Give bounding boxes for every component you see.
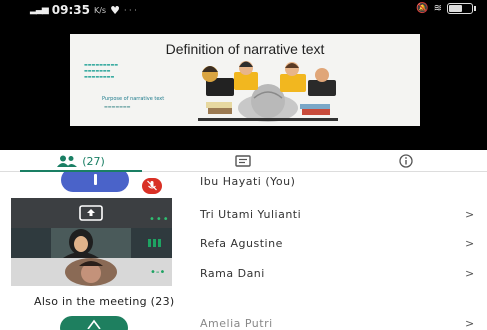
people-icon [57,155,78,167]
participant-chevron-icon[interactable]: > [465,237,474,250]
participant-name: Tri Utami Yulianti [200,208,302,221]
participant-chevron-icon[interactable]: > [465,208,474,221]
participant-name: Ibu Hayati (You) [200,175,296,188]
participant-tile: •‑• [11,258,172,286]
participant-video [65,258,117,286]
participant-chevron-icon[interactable]: > [465,267,474,280]
avatar [61,172,129,192]
participant-chevron-icon[interactable]: > [465,317,474,330]
notification-icon: ♥ [110,3,120,17]
signal-icon: ▂▃▅ [30,5,49,15]
people-count: (27) [82,154,105,168]
audio-level-icon [148,239,161,247]
shared-slide: Definition of narrative text ▬▬▬▬▬▬▬▬▬ ▬▬… [70,34,420,126]
info-icon [398,154,413,168]
network-speed: K/s [93,5,107,15]
more-notifications: · · · [123,5,137,15]
mute-status-icon: 🔕 [416,3,429,14]
tab-chat[interactable] [162,150,324,172]
also-in-meeting-heading: Also in the meeting (23) [34,295,175,308]
tab-people[interactable]: (27) [0,150,162,173]
participant-row[interactable]: Refa Agustine > [0,228,487,258]
status-bar: ▂▃▅ 09:35 K/s ♥ · · · 🔕 ≋ [0,0,487,20]
audio-level-icon: ••• [149,214,170,225]
avatar [60,316,128,330]
battery-icon [447,3,476,14]
presentation-stage[interactable]: ▂▃▅ 09:35 K/s ♥ · · · 🔕 ≋ Definition of … [0,0,487,150]
participant-row[interactable]: •‑• Rama Dani > [0,258,487,288]
participant-tile [11,228,172,258]
slide-body-text: ▬▬▬▬▬▬▬▬▬ ▬▬▬▬▬▬▬ ▬▬▬▬▬▬▬▬ [84,62,119,79]
slide-title: Definition of narrative text [165,41,325,57]
participant-tile: ••• [11,198,172,228]
microphone-off-icon [142,178,162,194]
slide-subcaption: ▬▬▬▬▬▬▬ [104,104,131,109]
participant-name: Amelia Putri [200,317,273,330]
chat-icon [235,155,251,167]
participant-row[interactable]: Amelia Putri > [0,314,487,330]
screen-share-icon [79,205,103,221]
meeting-tabs: (27) [0,150,487,173]
tab-info[interactable] [324,150,487,172]
audio-level-icon: •‑• [150,267,166,278]
wifi-icon: ≋ [433,3,442,14]
status-time: 09:35 [51,3,90,17]
slide-illustration [198,61,338,122]
slide-caption: Purpose of narrative text [102,96,165,102]
participant-name: Rama Dani [200,267,265,280]
participant-name: Refa Agustine [200,237,283,250]
